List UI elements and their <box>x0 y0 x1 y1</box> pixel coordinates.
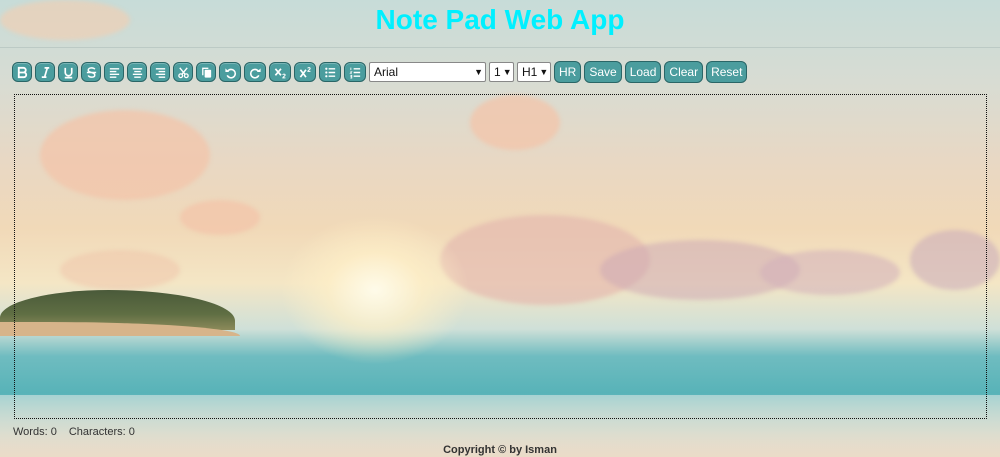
character-count: Characters: 0 <box>68 426 135 438</box>
note-editor[interactable] <box>14 94 987 419</box>
bold-icon <box>17 66 27 78</box>
font-family-select[interactable]: Arial ▼ <box>369 62 486 82</box>
underline-icon <box>63 67 73 78</box>
align-left-icon <box>109 67 119 78</box>
align-left-button[interactable] <box>104 62 124 82</box>
scissors-icon <box>177 66 189 78</box>
subscript-button[interactable] <box>269 62 291 82</box>
word-count: Words: 0 <box>13 426 57 438</box>
bullet-list-icon <box>324 67 335 77</box>
redo-button[interactable] <box>244 62 266 82</box>
undo-button[interactable] <box>219 62 241 82</box>
save-button[interactable]: Save <box>584 61 622 83</box>
title-divider <box>0 47 1000 48</box>
font-size-value: 1 <box>494 65 501 79</box>
copy-icon <box>201 67 211 78</box>
chevron-down-icon: ▼ <box>474 67 483 77</box>
align-center-button[interactable] <box>127 62 147 82</box>
align-center-icon <box>132 67 142 78</box>
bullet-list-button[interactable] <box>319 62 341 82</box>
bold-button[interactable] <box>12 62 32 82</box>
footer-copyright: Copyright © by Isman <box>443 444 557 456</box>
reset-button[interactable]: Reset <box>706 61 748 83</box>
strikethrough-icon <box>86 66 96 78</box>
italic-icon <box>41 66 49 78</box>
app-title: Note Pad Web App <box>375 4 625 35</box>
copy-button[interactable] <box>196 62 216 82</box>
text-stats: Words: 0 Characters: 0 <box>13 426 135 438</box>
numbered-list-icon <box>348 67 360 78</box>
clear-button[interactable]: Clear <box>664 61 704 83</box>
hr-button[interactable]: HR <box>554 61 582 83</box>
italic-button[interactable] <box>35 62 55 82</box>
cut-button[interactable] <box>173 62 193 82</box>
align-right-icon <box>155 67 165 78</box>
chevron-down-icon: ▼ <box>539 67 549 77</box>
subscript-icon <box>274 67 286 78</box>
undo-icon <box>224 67 236 79</box>
heading-select[interactable]: H1 ▼ <box>517 62 551 82</box>
superscript-button[interactable] <box>294 62 316 82</box>
numbered-list-button[interactable] <box>344 62 366 82</box>
underline-button[interactable] <box>58 62 78 82</box>
toolbar: Arial ▼ 1 ▼ H1 ▼ HR Save Load Clear Rese… <box>12 61 748 83</box>
chevron-down-icon: ▼ <box>502 67 512 77</box>
heading-value: H1 <box>522 65 538 79</box>
redo-icon <box>249 67 261 79</box>
font-family-value: Arial <box>374 65 399 79</box>
strikethrough-button[interactable] <box>81 62 101 82</box>
superscript-icon <box>299 66 311 78</box>
font-size-select[interactable]: 1 ▼ <box>489 62 514 82</box>
align-right-button[interactable] <box>150 62 170 82</box>
load-button[interactable]: Load <box>624 61 662 83</box>
